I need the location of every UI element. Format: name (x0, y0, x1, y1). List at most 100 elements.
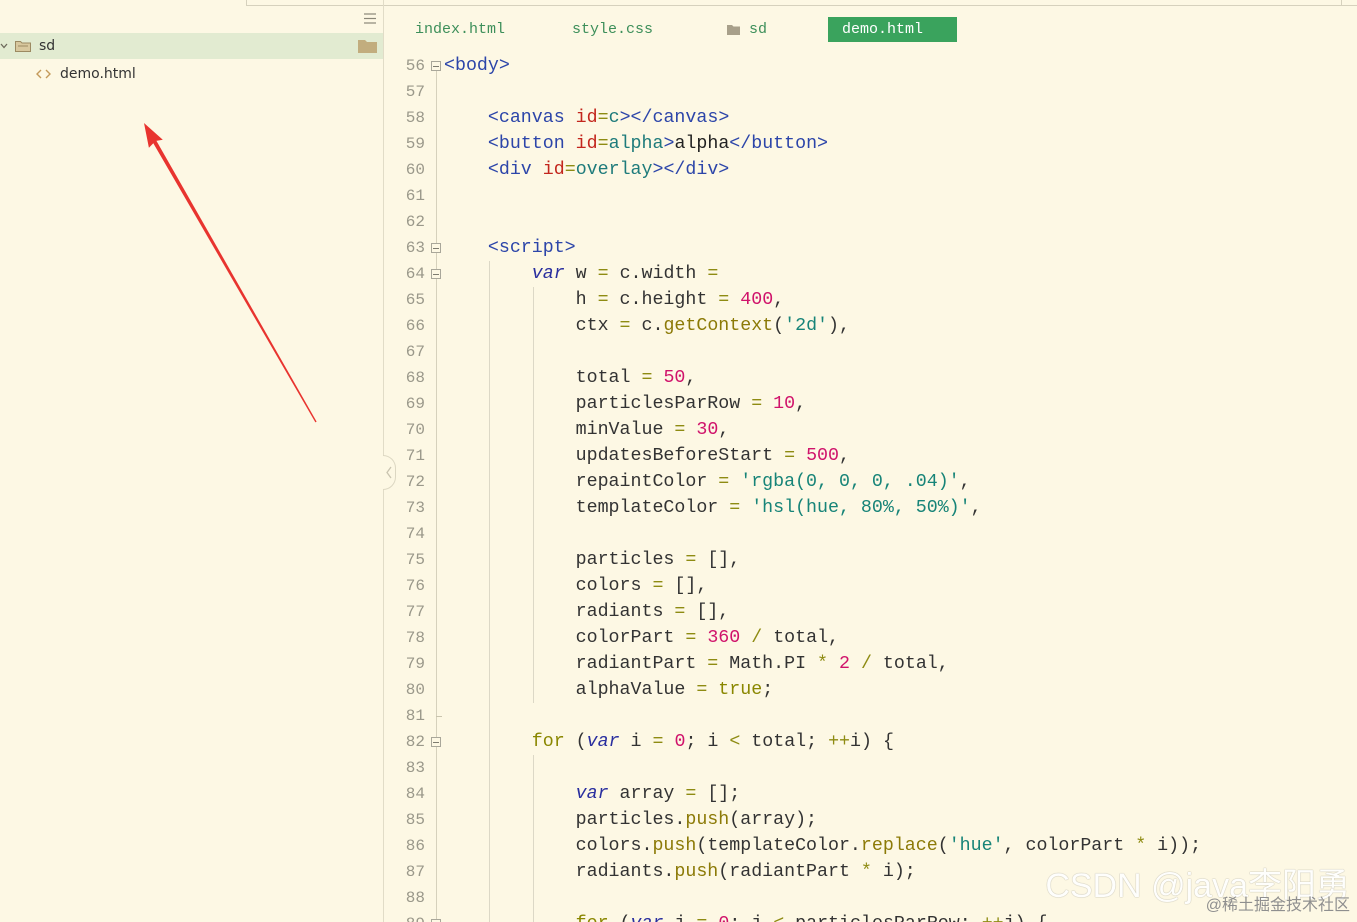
line-number: 68 (405, 369, 425, 387)
code-line[interactable]: 83 (384, 755, 1357, 781)
code-line[interactable]: 78 colorPart = 360 / total, (384, 625, 1357, 651)
code-token: w (564, 264, 598, 284)
code-line[interactable]: 63 <script> (384, 235, 1357, 261)
line-number: 75 (405, 551, 425, 569)
code-line[interactable]: 62 (384, 209, 1357, 235)
code-text[interactable]: colorPart = 360 / total, (444, 625, 839, 651)
code-token: 0 (674, 732, 686, 752)
code-text[interactable]: colors = [], (444, 573, 708, 599)
code-token: = (784, 446, 796, 466)
code-text[interactable]: particles.push(array); (444, 807, 817, 833)
code-editor: index.html style.css sd demo.html 56 <bod… (384, 0, 1357, 922)
code-text[interactable]: ctx = c.getContext('2d'), (444, 313, 850, 339)
code-token: Math.PI (718, 654, 818, 674)
code-line[interactable]: 82 for (var i = 0; i < total; ++i) { (384, 729, 1357, 755)
code-line[interactable]: 57 (384, 79, 1357, 105)
code-token: 500 (806, 446, 839, 466)
code-token: 400 (740, 290, 774, 310)
code-text[interactable]: <script> (444, 235, 576, 261)
code-line[interactable]: 79 radiantPart = Math.PI * 2 / total, (384, 651, 1357, 677)
code-token: id (575, 134, 598, 154)
code-text[interactable]: <div id=overlay></div> (444, 157, 729, 183)
code-line[interactable]: 76 colors = [], (384, 573, 1357, 599)
code-line[interactable]: 72 repaintColor = 'rgba(0, 0, 0, .04)', (384, 469, 1357, 495)
code-line[interactable]: 64 var w = c.width = (384, 261, 1357, 287)
code-token: = (696, 914, 707, 922)
fold-toggle-icon[interactable] (431, 737, 441, 747)
code-line[interactable]: 61 (384, 183, 1357, 209)
fold-toggle-icon[interactable] (431, 61, 441, 71)
code-line[interactable]: 59 <button id=alpha>alpha</button> (384, 131, 1357, 157)
code-token: particles. (444, 810, 686, 830)
code-line[interactable]: 71 updatesBeforeStart = 500, (384, 443, 1357, 469)
line-number: 59 (405, 135, 425, 153)
code-text[interactable]: alphaValue = true; (444, 677, 774, 703)
code-text[interactable]: updatesBeforeStart = 500, (444, 443, 850, 469)
code-line[interactable]: 84 var array = []; (384, 781, 1357, 807)
code-line[interactable]: 85 particles.push(array); (384, 807, 1357, 833)
code-line[interactable]: 75 particles = [], (384, 547, 1357, 573)
code-line[interactable]: 67 (384, 339, 1357, 365)
code-text[interactable]: var w = c.width = (444, 261, 719, 287)
code-line[interactable]: 65 h = c.height = 400, (384, 287, 1357, 313)
line-number: 58 (405, 109, 425, 127)
code-line[interactable]: 60 <div id=overlay></div> (384, 157, 1357, 183)
code-text[interactable]: particles = [], (444, 547, 741, 573)
code-token: = (718, 290, 730, 310)
code-text[interactable]: repaintColor = 'rgba(0, 0, 0, .04)', (444, 469, 971, 495)
code-text[interactable]: templateColor = 'hsl(hue, 80%, 50%)', (444, 495, 982, 521)
code-text[interactable]: var array = []; (444, 781, 741, 807)
code-line[interactable]: 56 <body> (384, 53, 1357, 79)
code-text[interactable]: radiants = [], (444, 599, 730, 625)
code-token: ; (762, 680, 774, 700)
code-token: = (685, 550, 697, 570)
code-text[interactable]: h = c.height = 400, (444, 287, 785, 313)
code-line[interactable]: 86 colors.push(templateColor.replace('hu… (384, 833, 1357, 859)
code-line[interactable]: 73 templateColor = 'hsl(hue, 80%, 50%)', (384, 495, 1357, 521)
code-line[interactable]: 74 (384, 521, 1357, 547)
line-number: 88 (405, 889, 425, 907)
code-token: updatesBeforeStart (444, 446, 785, 466)
code-area[interactable]: 56 <body> 57 58 <canvas id=c></canvas> 59 <b… (384, 53, 1357, 922)
line-number: 72 (405, 473, 425, 491)
code-text[interactable]: <canvas id=c></canvas> (444, 105, 729, 131)
code-token: push (674, 862, 719, 882)
fold-toggle-icon[interactable] (431, 243, 441, 253)
code-text[interactable]: for (var i = 0; i < total; ++i) { (444, 729, 894, 755)
code-text[interactable]: for (var j = 0; j < particlesParRow; ++j… (444, 911, 1048, 922)
tab-index-html[interactable]: index.html (415, 16, 505, 44)
code-line[interactable]: 70 minValue = 30, (384, 417, 1357, 443)
code-line[interactable]: 68 total = 50, (384, 365, 1357, 391)
code-token: = (652, 576, 664, 596)
code-text[interactable]: <body> (444, 53, 510, 79)
code-token: </button> (729, 134, 829, 154)
code-text[interactable]: total = 50, (444, 365, 697, 391)
code-line[interactable]: 69 particlesParRow = 10, (384, 391, 1357, 417)
code-token: overlay (575, 160, 653, 180)
code-text[interactable]: minValue = 30, (444, 417, 730, 443)
code-text[interactable]: radiants.push(radiantPart * i); (444, 859, 916, 885)
code-token: 30 (696, 420, 719, 440)
code-text[interactable]: <button id=alpha>alpha</button> (444, 131, 828, 157)
code-line[interactable]: 77 radiants = [], (384, 599, 1357, 625)
line-number: 79 (405, 655, 425, 673)
code-text[interactable]: particlesParRow = 10, (444, 391, 806, 417)
code-line[interactable]: 80 alphaValue = true; (384, 677, 1357, 703)
tab-style-css[interactable]: style.css (572, 16, 653, 44)
tab-demo-html-active[interactable]: demo.html (828, 17, 957, 42)
code-text[interactable]: colors.push(templateColor.replace('hue',… (444, 833, 1201, 859)
code-line[interactable]: 66 ctx = c.getContext('2d'), (384, 313, 1357, 339)
code-text[interactable]: radiantPart = Math.PI * 2 / total, (444, 651, 949, 677)
code-token: colors (444, 576, 653, 596)
code-line[interactable]: 81 (384, 703, 1357, 729)
code-line[interactable]: 58 <canvas id=c></canvas> (384, 105, 1357, 131)
fold-toggle-icon[interactable] (431, 269, 441, 279)
code-token: alpha (674, 134, 730, 154)
